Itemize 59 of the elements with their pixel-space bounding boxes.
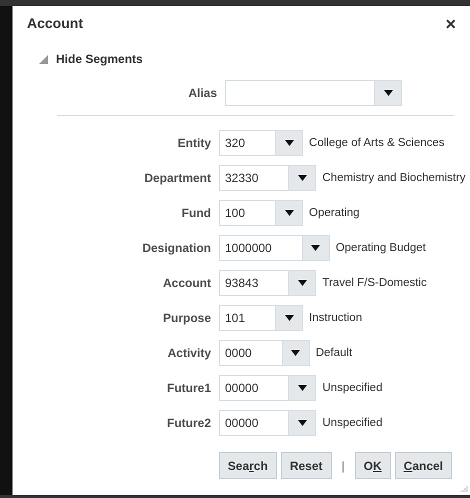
segment-description: Operating <box>309 206 360 218</box>
segment-description: Chemistry and Biochemistry <box>322 172 466 184</box>
dropdown-button[interactable] <box>375 80 402 106</box>
field-label: Future1 <box>166 380 212 396</box>
field-label: Entity <box>176 134 212 152</box>
dropdown-button[interactable] <box>276 304 304 330</box>
dropdown-icon <box>298 174 307 180</box>
input-field[interactable]: 00000 <box>219 374 290 400</box>
field-label: Fund <box>180 204 212 222</box>
field-label: Future2 <box>166 414 212 432</box>
dropdown-button[interactable] <box>276 130 304 156</box>
dropdown-button[interactable] <box>289 374 316 400</box>
dropdown-icon <box>284 314 294 320</box>
dialog-button[interactable]: Reset <box>280 452 332 479</box>
dropdown-icon <box>298 384 307 390</box>
dropdown-icon <box>284 140 294 146</box>
input-field[interactable]: 320 <box>219 130 276 156</box>
separator: | <box>342 458 345 474</box>
segment-description: Operating Budget <box>336 242 426 254</box>
segment-description: Travel F/S-Domestic <box>322 276 427 288</box>
field-label: Activity <box>166 344 212 362</box>
input-field[interactable]: 00000 <box>219 410 290 436</box>
field-label: Purpose <box>162 310 212 326</box>
field-label: Department <box>143 170 212 186</box>
dropdown-icon <box>311 244 320 250</box>
input-field[interactable]: 93843 <box>219 270 290 296</box>
segment-description: Unspecified <box>322 382 382 394</box>
dropdown-icon <box>291 350 300 356</box>
input-field[interactable]: 32330 <box>219 164 290 190</box>
dropdown-icon <box>298 420 307 426</box>
segment-description: Instruction <box>309 312 362 324</box>
segment-description: College of Arts & Sciences <box>309 136 445 148</box>
dialog-button[interactable]: Search <box>218 452 277 479</box>
input-field[interactable]: 100 <box>219 200 276 226</box>
dropdown-button[interactable] <box>289 270 316 296</box>
input-field[interactable]: 0000 <box>219 340 283 366</box>
input-field[interactable]: 101 <box>219 304 276 330</box>
field-label: Account <box>162 274 212 292</box>
segment-description: Default <box>316 346 352 358</box>
input-field[interactable] <box>225 80 375 106</box>
dropdown-icon <box>284 210 294 216</box>
dropdown-icon <box>384 90 392 96</box>
dropdown-button[interactable] <box>289 410 316 436</box>
field-label: Alias <box>187 85 218 102</box>
dropdown-button[interactable] <box>289 164 316 190</box>
field-label: Designation <box>141 240 212 256</box>
dropdown-button[interactable] <box>302 234 330 260</box>
resize-grip-icon <box>460 485 468 493</box>
dropdown-icon <box>298 280 307 286</box>
dropdown-button[interactable] <box>276 200 304 226</box>
segment-description: Unspecified <box>322 416 382 428</box>
triangle-icon <box>39 54 48 64</box>
dialog-button[interactable]: OK <box>354 452 391 479</box>
dropdown-button[interactable] <box>282 340 310 366</box>
dialog-title: Account <box>27 14 83 33</box>
input-field[interactable]: 1000000 <box>219 234 303 260</box>
dialog-button[interactable]: Cancel <box>394 452 452 479</box>
hide-segments-toggle[interactable]: Hide Segments <box>39 50 143 68</box>
close-button[interactable]: × <box>445 14 456 32</box>
